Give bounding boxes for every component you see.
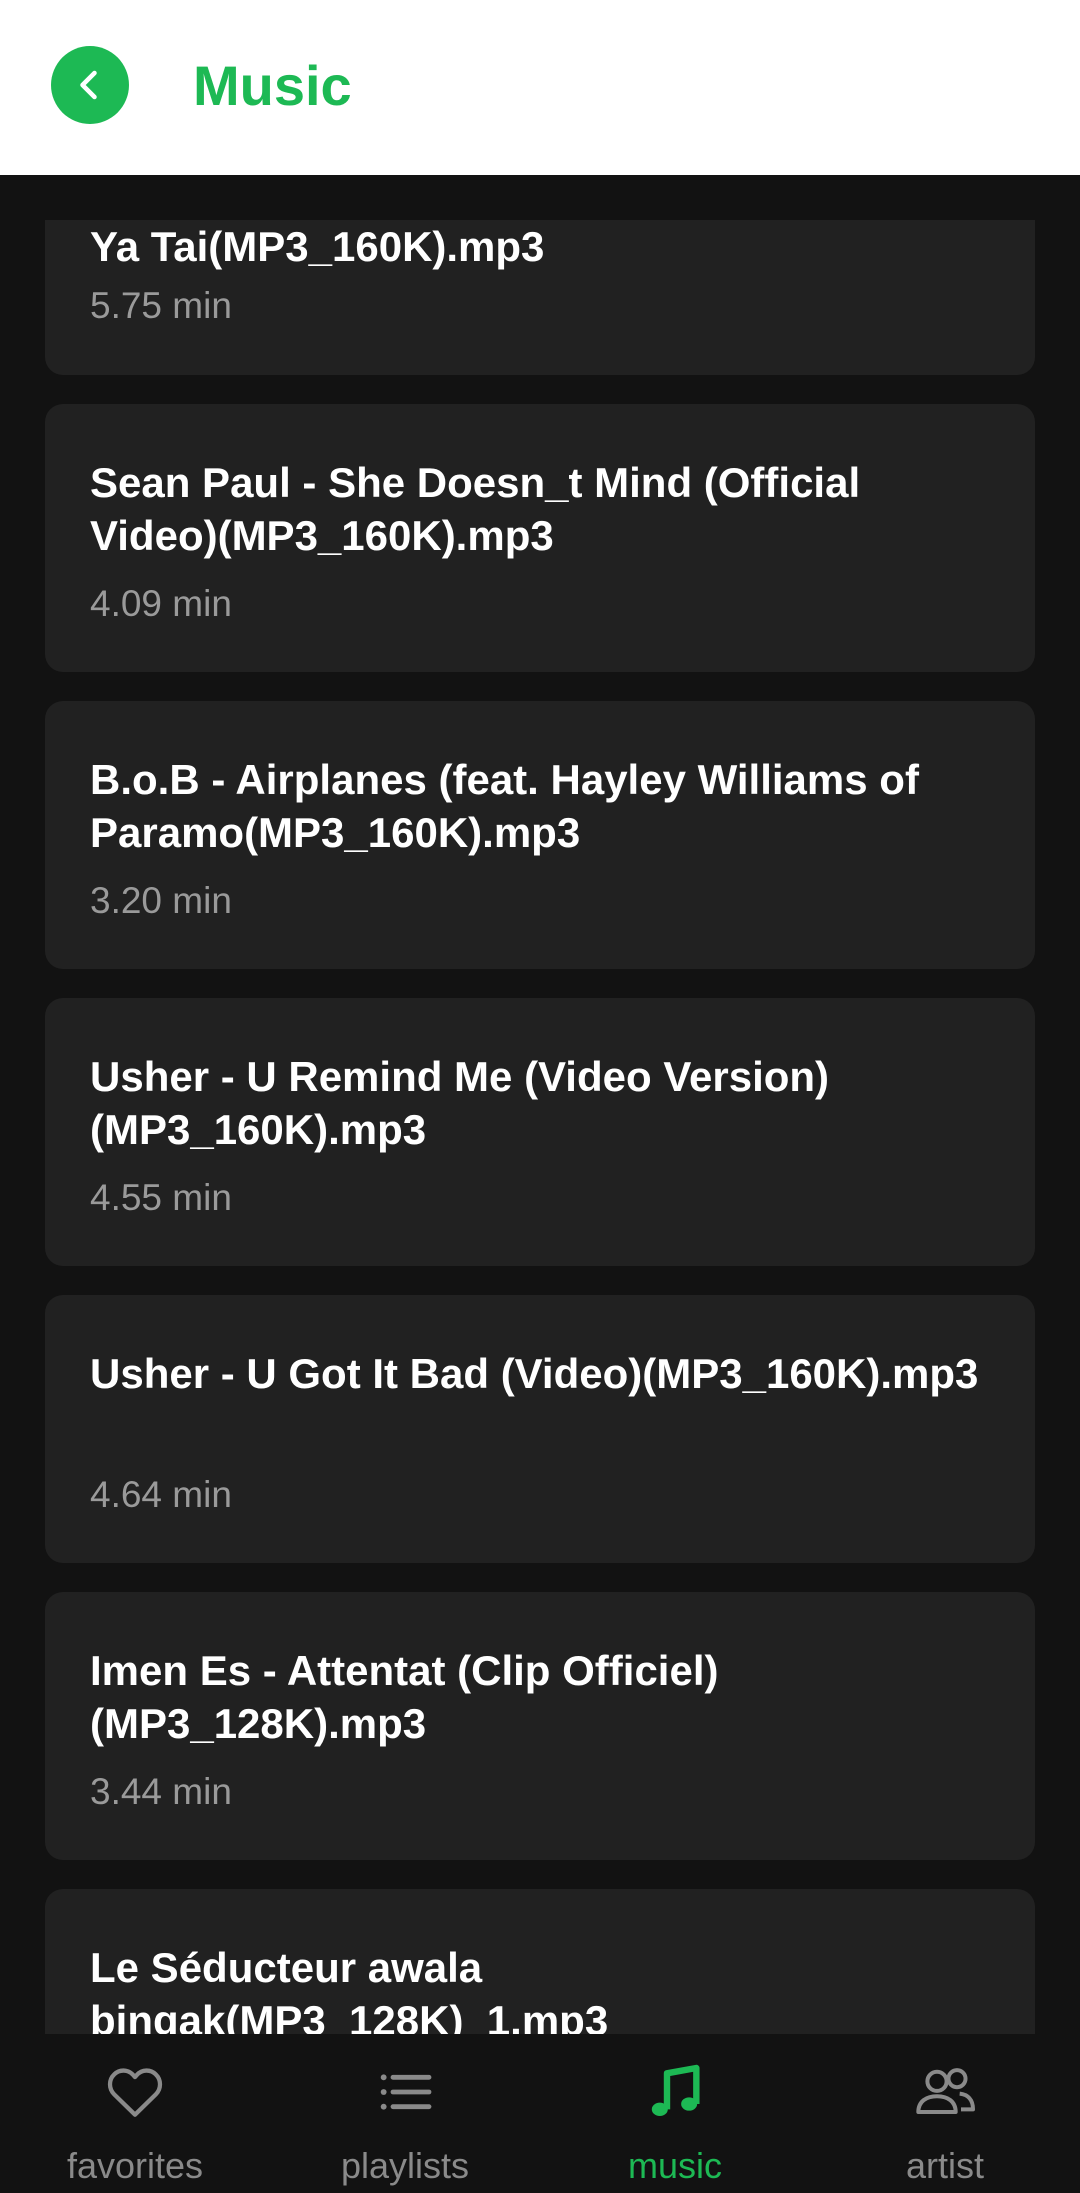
track-card[interactable]: Usher - U Remind Me (Video Version)(MP3_… [45, 998, 1035, 1266]
nav-item-playlists[interactable]: playlists [270, 2034, 540, 2193]
track-card[interactable]: Imen Es - Attentat (Clip Officiel)(MP3_1… [45, 1592, 1035, 1860]
track-card[interactable]: Usher - U Got It Bad (Video)(MP3_160K).m… [45, 1295, 1035, 1563]
nav-label-artist: artist [905, 2145, 984, 2186]
track-duration: 4.09 min [90, 583, 232, 624]
track-list-inner: Ya Tai(MP3_160K).mp3 5.75 min Sean Paul … [45, 220, 1035, 2034]
track-title: B.o.B - Airplanes (feat. Hayley Williams… [90, 756, 919, 856]
track-title: Usher - U Remind Me (Video Version)(MP3_… [90, 1053, 830, 1153]
music-note-icon [639, 2056, 711, 2128]
app: Music Ya Tai(MP3_160K).mp3 5.75 min Sean… [0, 0, 1080, 2193]
track-card[interactable]: Le Séducteur awala bingak(MP3_128K)_1.mp… [45, 1889, 1035, 2034]
track-card[interactable]: Ya Tai(MP3_160K).mp3 5.75 min [45, 220, 1035, 375]
track-title: Usher - U Got It Bad (Video)(MP3_160K).m… [90, 1350, 979, 1397]
track-title: Imen Es - Attentat (Clip Officiel)(MP3_1… [90, 1647, 719, 1747]
page-title: Music [193, 54, 352, 117]
heart-icon [99, 2056, 171, 2128]
nav-item-artist[interactable]: artist [810, 2034, 1080, 2193]
nav-item-music[interactable]: music [540, 2034, 810, 2193]
track-list[interactable]: Ya Tai(MP3_160K).mp3 5.75 min Sean Paul … [0, 220, 1080, 2034]
track-title: Le Séducteur awala bingak(MP3_128K)_1.mp… [90, 1944, 609, 2034]
track-duration: 4.55 min [90, 1177, 232, 1218]
back-button[interactable] [51, 46, 129, 124]
track-card[interactable]: B.o.B - Airplanes (feat. Hayley Williams… [45, 701, 1035, 969]
list-icon [369, 2056, 441, 2128]
nav-item-favorites[interactable]: favorites [0, 2034, 270, 2193]
nav-label-favorites: favorites [66, 2145, 204, 2186]
track-duration: 4.64 min [90, 1474, 232, 1515]
track-duration: 5.75 min [90, 285, 232, 326]
track-duration: 3.20 min [90, 880, 232, 921]
nav-label-music: music [627, 2145, 722, 2186]
bottom-navigation: favorites playlists music artist [0, 2034, 1080, 2193]
nav-label-playlists: playlists [340, 2145, 470, 2186]
track-duration: 3.44 min [90, 1771, 232, 1812]
app-header: Music [0, 0, 1080, 175]
track-title: Sean Paul - She Doesn_t Mind (Official V… [90, 459, 861, 559]
track-card[interactable]: Sean Paul - She Doesn_t Mind (Official V… [45, 404, 1035, 672]
track-title: Ya Tai(MP3_160K).mp3 [90, 223, 545, 270]
users-icon [909, 2056, 981, 2128]
chevron-left-icon [80, 70, 97, 100]
